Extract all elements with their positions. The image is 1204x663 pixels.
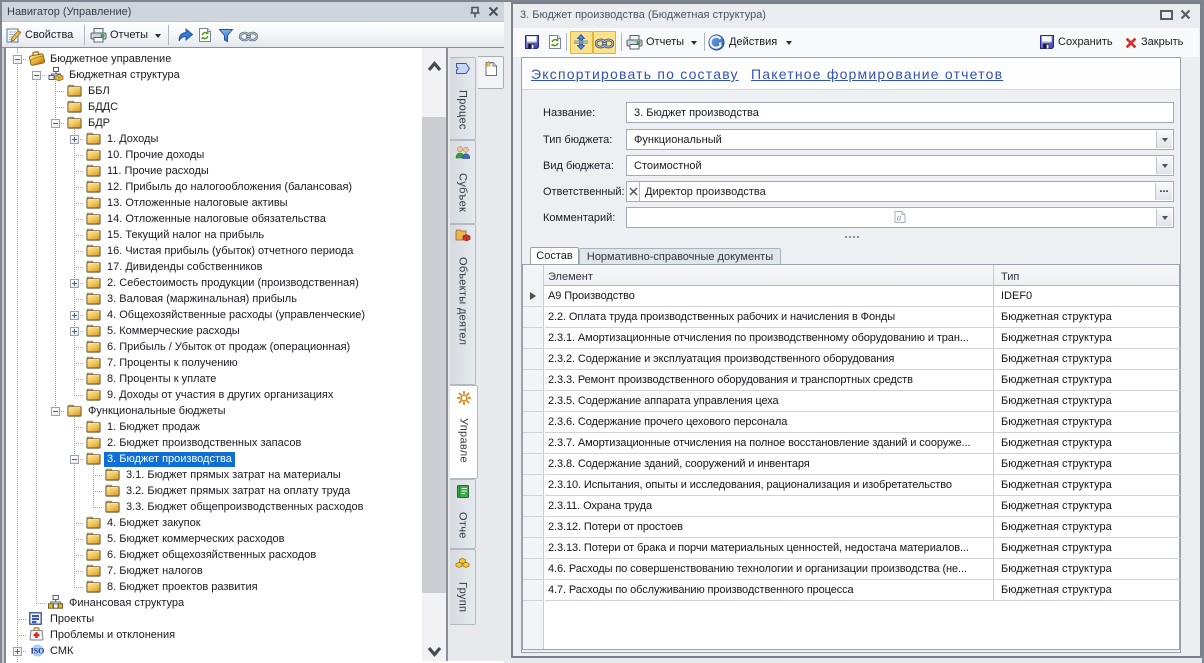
svg-text:a: a bbox=[897, 213, 902, 223]
svg-text:ISO: ISO bbox=[31, 646, 45, 655]
